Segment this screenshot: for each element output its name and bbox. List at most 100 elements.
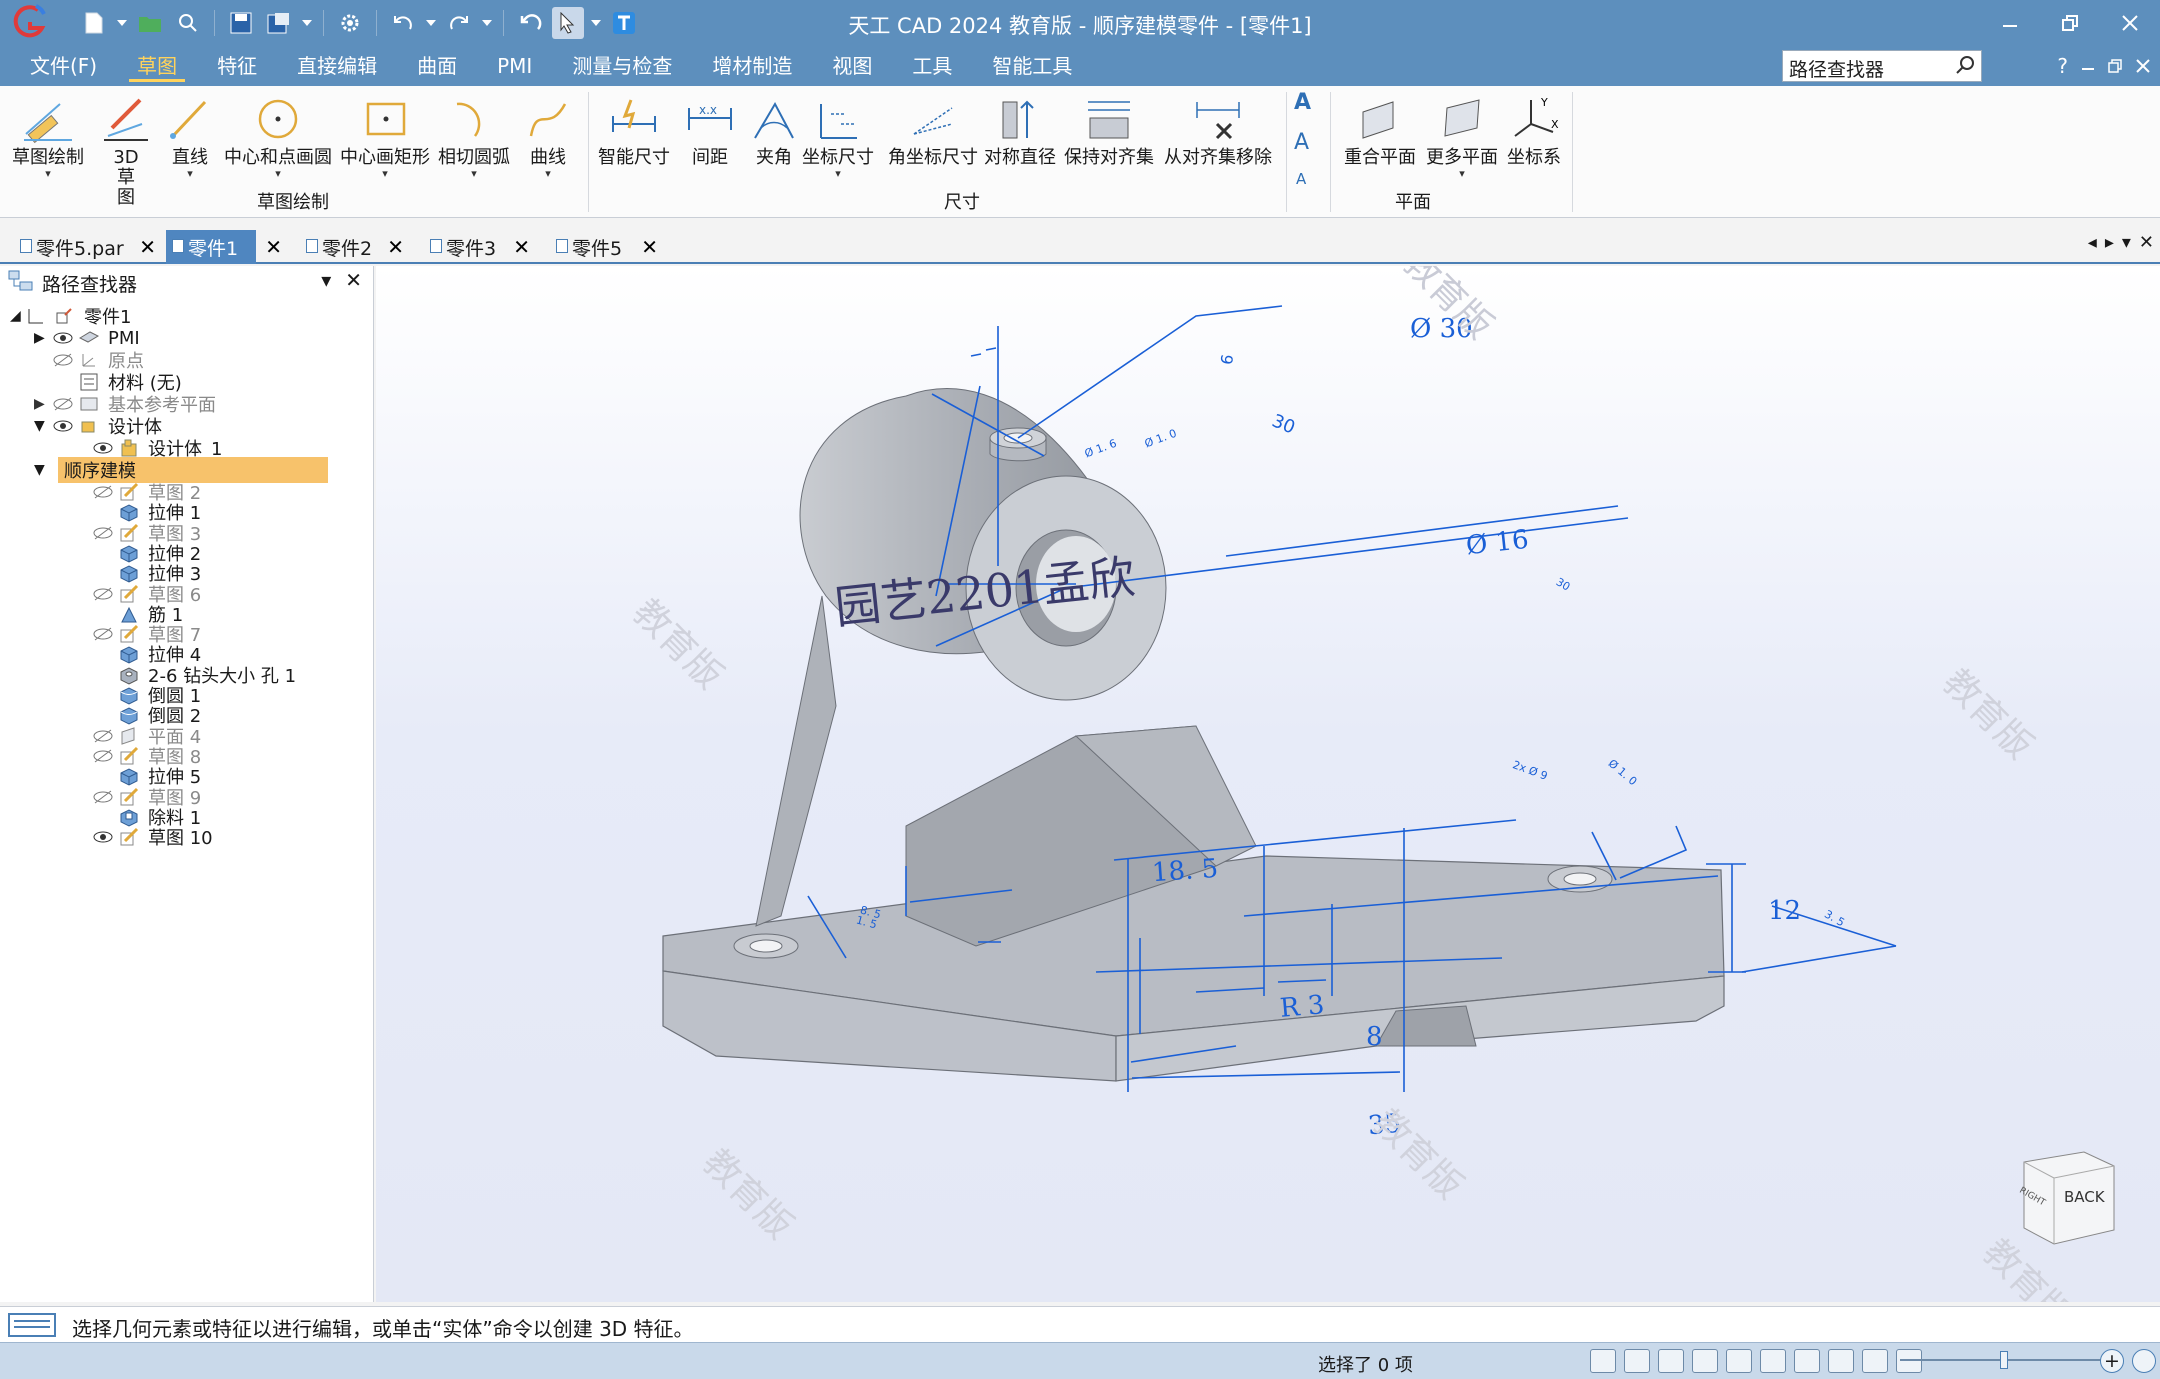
symmetric-diameter-button[interactable]: 对称直径 <box>984 90 1056 168</box>
menu-direct-edit[interactable]: 直接编辑 <box>277 46 397 86</box>
close-icon[interactable]: ✕ <box>2139 232 2154 253</box>
eye-hidden-icon[interactable] <box>90 627 116 641</box>
zoom-in-icon[interactable]: + <box>2100 1349 2124 1373</box>
minimize-icon[interactable] <box>2082 60 2094 72</box>
tab-part5[interactable]: 零件5 ✕ <box>550 230 664 264</box>
menu-additive[interactable]: 增材制造 <box>692 46 812 86</box>
help-button[interactable]: ? <box>2057 54 2068 78</box>
tab-part2[interactable]: 零件2 ✕ <box>300 230 410 264</box>
menu-file[interactable]: 文件(F) <box>10 46 117 86</box>
coordinate-system-button[interactable]: YX 坐标系 <box>1504 90 1564 168</box>
menu-smart-tools[interactable]: 智能工具 <box>972 46 1092 86</box>
fit-icon[interactable] <box>1692 1349 1718 1373</box>
coincident-plane-button[interactable]: 重合平面 <box>1344 90 1416 168</box>
eye-hidden-icon[interactable] <box>50 353 76 367</box>
zoom-fit-icon[interactable] <box>2132 1349 2156 1373</box>
dimension-radius-3[interactable]: R 3 <box>1279 990 1326 1024</box>
group-title: 平面 <box>1395 192 1431 213</box>
restore-icon[interactable] <box>2108 59 2122 73</box>
tab-part1[interactable]: 零件1 ✕ <box>166 230 282 264</box>
view-orient-icon[interactable] <box>1794 1349 1820 1373</box>
center-rectangle-button[interactable]: 中心画矩形 ▾ <box>340 90 430 180</box>
zoom-slider-thumb[interactable] <box>2000 1351 2008 1369</box>
zoom-slider[interactable] <box>1900 1351 2110 1369</box>
close-icon[interactable]: ✕ <box>139 235 156 259</box>
view-cube[interactable]: BACK RIGHT <box>2014 1148 2124 1248</box>
graphics-window[interactable]: Ø 30 Ø 16 30 6 18. 5 R 3 8 35 12 1. 5 Ø … <box>376 266 2160 1302</box>
prompt-icon[interactable] <box>8 1313 56 1337</box>
keep-alignment-set-button[interactable]: 保持对齐集 <box>1064 90 1154 168</box>
eye-icon[interactable] <box>50 332 76 344</box>
eye-hidden-icon[interactable] <box>90 729 116 743</box>
close-icon[interactable]: ✕ <box>513 235 530 259</box>
menu-feature[interactable]: 特征 <box>197 46 277 86</box>
menu-inspect[interactable]: 测量与检查 <box>552 46 692 86</box>
eye-icon[interactable] <box>50 420 76 432</box>
angle-button[interactable]: 夹角 <box>744 90 804 168</box>
menu-sketch[interactable]: 草图 <box>117 46 197 86</box>
close-icon[interactable]: ✕ <box>387 235 404 259</box>
close-icon[interactable] <box>2136 59 2150 73</box>
tab-prev-icon[interactable]: ◂ <box>2088 232 2097 253</box>
dimension-height-12[interactable]: 12 <box>1768 896 1801 926</box>
coordinate-dimension-button[interactable]: 坐标尺寸 ▾ <box>802 90 874 180</box>
zoom-icon[interactable] <box>1658 1349 1684 1373</box>
text-style-button[interactable]: A <box>1294 90 1311 115</box>
remove-from-alignment-set-button[interactable]: 从对齐集移除 <box>1164 90 1272 168</box>
circle-icon <box>248 90 308 148</box>
angular-coordinate-button[interactable]: 角坐标尺寸 <box>888 90 978 168</box>
eye-icon[interactable] <box>90 442 116 454</box>
eye-hidden-icon[interactable] <box>90 526 116 540</box>
expand-icon[interactable]: ▶ <box>34 396 50 412</box>
pan-icon[interactable] <box>1726 1349 1752 1373</box>
collapse-icon[interactable]: ◢ <box>10 308 26 324</box>
smart-dimension-button[interactable]: 智能尺寸 <box>598 90 670 168</box>
close-icon[interactable]: ✕ <box>345 268 362 292</box>
tab-next-icon[interactable]: ▸ <box>2105 232 2114 253</box>
dimension-8[interactable]: 8 <box>1366 1022 1383 1052</box>
eye-hidden-icon[interactable] <box>50 397 76 411</box>
expand-icon[interactable]: ▶ <box>34 330 50 346</box>
rib[interactable] <box>755 595 837 927</box>
eye-hidden-icon[interactable] <box>90 790 116 804</box>
eye-icon[interactable] <box>90 831 116 843</box>
menu-surface[interactable]: 曲面 <box>397 46 477 86</box>
more-planes-button[interactable]: 更多平面 ▾ <box>1426 90 1498 180</box>
render-style-icon[interactable] <box>1828 1349 1854 1373</box>
close-icon[interactable]: ✕ <box>641 235 658 259</box>
command-search-input[interactable]: 路径查找器 <box>1782 50 1982 82</box>
curve-button[interactable]: 曲线 ▾ <box>518 90 578 180</box>
tab-part5-par[interactable]: 零件5.par ✕ <box>14 230 162 264</box>
menu-pmi[interactable]: PMI <box>477 46 552 86</box>
menu-tools[interactable]: 工具 <box>892 46 972 86</box>
eye-hidden-icon[interactable] <box>90 485 116 499</box>
menu-view[interactable]: 视图 <box>812 46 892 86</box>
decrease-text-button[interactable]: A <box>1296 170 1306 188</box>
tree-item-feature[interactable]: 草图 10 <box>90 823 213 851</box>
zoom-area-icon[interactable] <box>1624 1349 1650 1373</box>
eye-hidden-icon[interactable] <box>90 587 116 601</box>
close-icon[interactable] <box>2110 6 2150 40</box>
shading-icon[interactable] <box>1862 1349 1888 1373</box>
tangent-arc-button[interactable]: 相切圆弧 ▾ <box>438 90 510 180</box>
increase-text-button[interactable]: A <box>1294 130 1309 155</box>
line-button[interactable]: 直线 ▾ <box>160 90 220 180</box>
tab-part3[interactable]: 零件3 ✕ <box>424 230 536 264</box>
search-icon[interactable] <box>1955 54 1977 76</box>
minimize-icon[interactable] <box>1990 6 2030 40</box>
view-cube-face[interactable]: BACK <box>2064 1188 2105 1206</box>
distance-button[interactable]: x.x 间距 <box>680 90 740 168</box>
restore-icon[interactable] <box>2050 6 2090 40</box>
eye-hidden-icon[interactable] <box>90 749 116 763</box>
panel-options-icon[interactable]: ▾ <box>321 268 331 292</box>
dimension-18-5[interactable]: 18. 5 <box>1151 854 1219 889</box>
sketch-draw-button[interactable]: 草图绘制 ▾ <box>12 90 84 180</box>
zoom-out-icon[interactable] <box>1896 1349 1922 1373</box>
close-icon[interactable]: ✕ <box>265 235 282 259</box>
tab-list-icon[interactable]: ▾ <box>2122 232 2131 253</box>
center-point-circle-button[interactable]: 中心和点画圆 ▾ <box>224 90 332 180</box>
rotate-icon[interactable] <box>1760 1349 1786 1373</box>
collapse-icon[interactable]: ▼ <box>34 462 50 478</box>
camera-icon[interactable] <box>1590 1349 1616 1373</box>
collapse-icon[interactable]: ▼ <box>34 418 50 434</box>
